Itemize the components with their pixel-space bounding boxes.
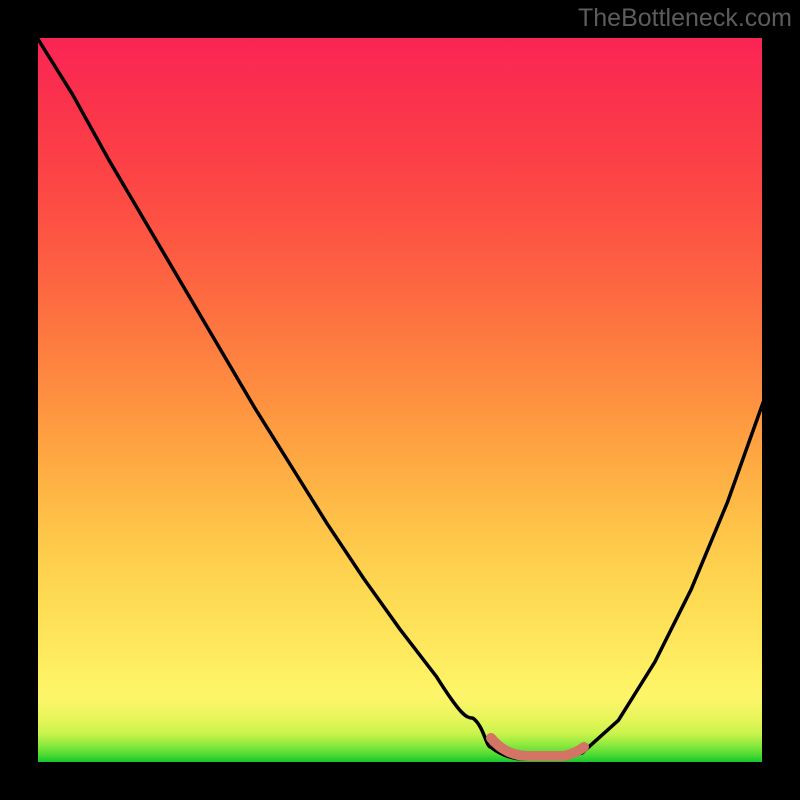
watermark-text: TheBottleneck.com	[578, 4, 792, 33]
plot-area	[36, 36, 764, 764]
chart-frame: TheBottleneck.com	[0, 0, 800, 800]
curve-main-path	[36, 36, 764, 759]
bottleneck-curve	[36, 36, 764, 764]
curve-accent-path	[491, 738, 584, 756]
